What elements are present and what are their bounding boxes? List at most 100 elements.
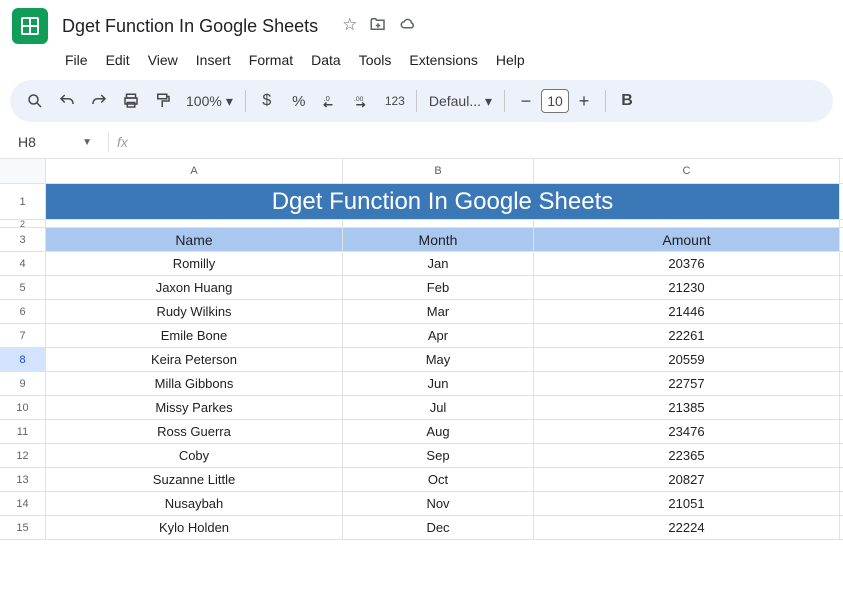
cell-amount[interactable]: 21446 (534, 300, 840, 323)
header-amount-cell[interactable]: Amount (534, 228, 840, 251)
star-icon[interactable]: ☆ (342, 15, 357, 38)
menu-format[interactable]: Format (242, 48, 300, 72)
menu-data[interactable]: Data (304, 48, 348, 72)
cell-amount[interactable]: 22757 (534, 372, 840, 395)
sheets-logo[interactable] (12, 8, 48, 44)
cell-month[interactable]: Mar (343, 300, 534, 323)
cell-name[interactable]: Jaxon Huang (46, 276, 343, 299)
title-banner-cell[interactable]: Dget Function In Google Sheets (46, 184, 840, 219)
cell-amount[interactable]: 21385 (534, 396, 840, 419)
row-header[interactable]: 12 (0, 444, 46, 467)
cell-month[interactable]: May (343, 348, 534, 371)
document-title[interactable]: Dget Function In Google Sheets (58, 14, 322, 39)
redo-icon[interactable] (84, 86, 114, 116)
cell-name[interactable]: Romilly (46, 252, 343, 275)
cell-month[interactable]: Nov (343, 492, 534, 515)
row-header[interactable]: 6 (0, 300, 46, 323)
cell-month[interactable]: Jan (343, 252, 534, 275)
increase-decimal-icon[interactable]: .00 (348, 86, 378, 116)
cell-month[interactable]: Jun (343, 372, 534, 395)
font-dropdown[interactable]: Defaul...▾ (423, 93, 498, 110)
row-header[interactable]: 3 (0, 228, 46, 251)
zoom-dropdown[interactable]: 100%▾ (180, 93, 239, 110)
percent-icon[interactable]: % (284, 86, 314, 116)
decrease-decimal-icon[interactable]: .0 (316, 86, 346, 116)
cell[interactable] (343, 220, 534, 227)
cell-amount[interactable]: 20376 (534, 252, 840, 275)
currency-icon[interactable]: $ (252, 86, 282, 116)
row-header[interactable]: 9 (0, 372, 46, 395)
fontsize-input[interactable] (541, 89, 569, 113)
row-header[interactable]: 4 (0, 252, 46, 275)
formula-bar: H8▼ fx (0, 126, 843, 159)
row-header[interactable]: 1 (0, 184, 46, 219)
cell[interactable] (46, 220, 343, 227)
row-header[interactable]: 7 (0, 324, 46, 347)
cell-month[interactable]: Feb (343, 276, 534, 299)
menu-insert[interactable]: Insert (189, 48, 238, 72)
cell-name[interactable]: Keira Peterson (46, 348, 343, 371)
cell-amount[interactable]: 20827 (534, 468, 840, 491)
menu-extensions[interactable]: Extensions (402, 48, 484, 72)
cell-name[interactable]: Missy Parkes (46, 396, 343, 419)
cell-name[interactable]: Milla Gibbons (46, 372, 343, 395)
column-header[interactable]: A (46, 159, 343, 183)
menu-edit[interactable]: Edit (99, 48, 137, 72)
row-header[interactable]: 13 (0, 468, 46, 491)
menu-tools[interactable]: Tools (352, 48, 399, 72)
format-number-icon[interactable]: 123 (380, 86, 410, 116)
undo-icon[interactable] (52, 86, 82, 116)
cell-name[interactable]: Nusaybah (46, 492, 343, 515)
move-icon[interactable] (369, 15, 387, 38)
name-box[interactable]: H8▼ (10, 130, 100, 154)
cell-amount[interactable]: 22224 (534, 516, 840, 539)
menu-view[interactable]: View (141, 48, 185, 72)
row-header[interactable]: 8 (0, 348, 46, 371)
cell-name[interactable]: Kylo Holden (46, 516, 343, 539)
table-row: 5Jaxon HuangFeb21230 (0, 276, 843, 300)
print-icon[interactable] (116, 86, 146, 116)
decrease-fontsize-button[interactable]: − (511, 86, 541, 116)
header-name-cell[interactable]: Name (46, 228, 343, 251)
cell-name[interactable]: Ross Guerra (46, 420, 343, 443)
spreadsheet-grid: A B C 1 Dget Function In Google Sheets 2… (0, 159, 843, 540)
cell-amount[interactable]: 21051 (534, 492, 840, 515)
search-icon[interactable] (20, 86, 50, 116)
cell[interactable] (534, 220, 840, 227)
paint-format-icon[interactable] (148, 86, 178, 116)
row-header[interactable]: 5 (0, 276, 46, 299)
chevron-down-icon: ▾ (226, 93, 233, 110)
row-header[interactable]: 2 (0, 220, 46, 227)
cell-amount[interactable]: 21230 (534, 276, 840, 299)
column-header[interactable]: C (534, 159, 840, 183)
select-all-corner[interactable] (0, 159, 46, 183)
cell-month[interactable]: Aug (343, 420, 534, 443)
cell-name[interactable]: Rudy Wilkins (46, 300, 343, 323)
cell-amount[interactable]: 20559 (534, 348, 840, 371)
cloud-status-icon[interactable] (399, 15, 417, 38)
row-header[interactable]: 15 (0, 516, 46, 539)
cell-name[interactable]: Suzanne Little (46, 468, 343, 491)
cell-amount[interactable]: 23476 (534, 420, 840, 443)
menu-file[interactable]: File (58, 48, 95, 72)
table-row: 4RomillyJan20376 (0, 252, 843, 276)
cell-month[interactable]: Oct (343, 468, 534, 491)
cell-month[interactable]: Dec (343, 516, 534, 539)
column-header[interactable]: B (343, 159, 534, 183)
table-row: 10Missy ParkesJul21385 (0, 396, 843, 420)
cell-name[interactable]: Emile Bone (46, 324, 343, 347)
header-month-cell[interactable]: Month (343, 228, 534, 251)
cell-amount[interactable]: 22365 (534, 444, 840, 467)
row-header[interactable]: 14 (0, 492, 46, 515)
row-header[interactable]: 11 (0, 420, 46, 443)
cell-name[interactable]: Coby (46, 444, 343, 467)
cell-month[interactable]: Jul (343, 396, 534, 419)
increase-fontsize-button[interactable]: + (569, 86, 599, 116)
row-header[interactable]: 10 (0, 396, 46, 419)
cell-month[interactable]: Apr (343, 324, 534, 347)
chevron-down-icon: ▼ (82, 137, 92, 148)
cell-amount[interactable]: 22261 (534, 324, 840, 347)
bold-button[interactable]: B (612, 86, 642, 116)
cell-month[interactable]: Sep (343, 444, 534, 467)
menu-help[interactable]: Help (489, 48, 532, 72)
